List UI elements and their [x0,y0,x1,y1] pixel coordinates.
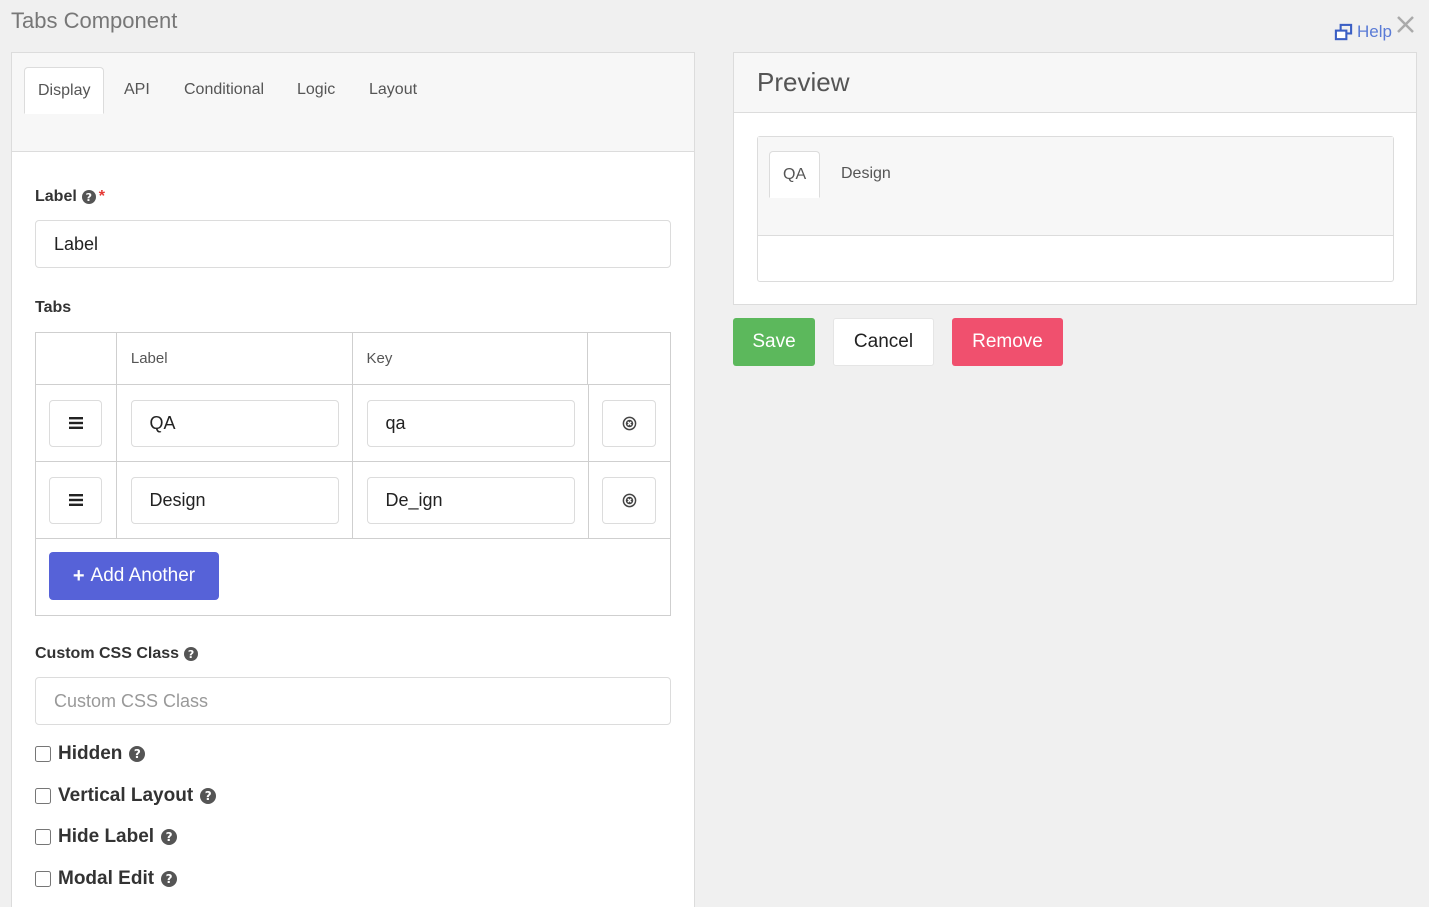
close-button[interactable] [1394,8,1418,38]
tab-display[interactable]: Display [24,67,105,114]
remove-button[interactable]: Remove [952,318,1063,366]
question-circle-icon[interactable]: ? [200,788,217,804]
css-field-label: Custom CSS Class ? [35,645,199,663]
drag-handle-button[interactable] [49,399,103,447]
modal-edit-checkbox[interactable] [35,871,51,887]
editor-tab-bar: Display API Conditional Logic Layout [12,53,694,152]
remove-row-button[interactable] [602,476,657,524]
label-field-text: Label [35,188,77,205]
preview-title: Preview [734,53,1416,113]
label-field-label: Label ? * [35,188,105,206]
question-circle-icon[interactable]: ? [129,746,146,762]
tab-key-input[interactable] [366,476,575,524]
preview-tabs-component: QA Design [757,136,1394,282]
help-label: Help [1357,22,1392,41]
question-circle-icon[interactable]: ? [184,647,199,661]
close-icon [1397,16,1414,33]
tab-conditional[interactable]: Conditional [171,67,277,113]
hidden-checkbox-row[interactable]: Hidden ? [35,743,146,765]
header-cell-remove [588,333,670,384]
times-circle-icon [622,493,637,507]
preview-tab-bar: QA Design [758,137,1393,236]
add-another-label: Add Another [90,565,196,586]
table-row [36,462,670,539]
table-row [36,385,670,462]
tab-label-input[interactable] [130,399,339,447]
hidden-checkbox[interactable] [35,746,51,762]
modal-edit-checkbox-row[interactable]: Modal Edit ? [35,868,178,890]
add-another-button[interactable]: + Add Another [49,552,219,600]
vertical-layout-checkbox-row[interactable]: Vertical Layout ? [35,785,217,807]
header-cell-key: Key [353,333,589,384]
tab-layout[interactable]: Layout [356,67,430,113]
tab-api[interactable]: API [111,67,163,113]
save-button[interactable]: Save [733,318,815,366]
drag-handle-button[interactable] [49,476,103,524]
times-circle-icon [622,416,637,430]
preview-panel: Preview QA Design [733,52,1417,305]
tabs-section-label: Tabs [35,299,72,316]
hidden-label: Hidden [58,743,123,764]
cancel-button[interactable]: Cancel [833,318,934,366]
help-link[interactable]: Help [1334,22,1392,42]
editor-panel: Display API Conditional Logic Layout Lab… [11,52,695,907]
tabs-datagrid: Label Key QA qa Design De_ign + Add Anot… [35,332,671,616]
vertical-layout-label: Vertical Layout [58,785,194,806]
table-header-row: Label Key [36,333,670,385]
tab-label-input[interactable] [130,476,339,524]
hide-label-checkbox[interactable] [35,829,51,845]
preview-tab-design[interactable]: Design [828,151,904,197]
required-asterisk: * [98,188,106,205]
question-circle-icon[interactable]: ? [81,190,96,204]
label-input[interactable] [35,220,671,268]
plus-icon: + [72,564,85,587]
tab-key-input[interactable] [366,399,575,447]
hide-label-checkbox-row[interactable]: Hide Label ? [35,826,178,848]
external-window-icon [1334,23,1353,40]
add-row-container: + Add Another [36,539,670,615]
tab-logic[interactable]: Logic [284,67,348,113]
question-circle-icon[interactable]: ? [161,829,178,845]
vertical-layout-checkbox[interactable] [35,788,51,804]
bars-icon [68,417,83,429]
preview-tab-qa[interactable]: QA [769,151,821,198]
remove-row-button[interactable] [602,399,657,447]
modal-edit-label: Modal Edit [58,868,155,889]
header-cell-drag [36,333,117,384]
question-circle-icon[interactable]: ? [161,871,178,887]
modal-title: Tabs Component [11,8,178,33]
custom-css-input[interactable] [35,677,671,725]
css-field-text: Custom CSS Class [35,645,180,662]
hide-label-label: Hide Label [58,826,155,847]
bars-icon [68,494,83,506]
header-cell-label: Label [117,333,353,384]
